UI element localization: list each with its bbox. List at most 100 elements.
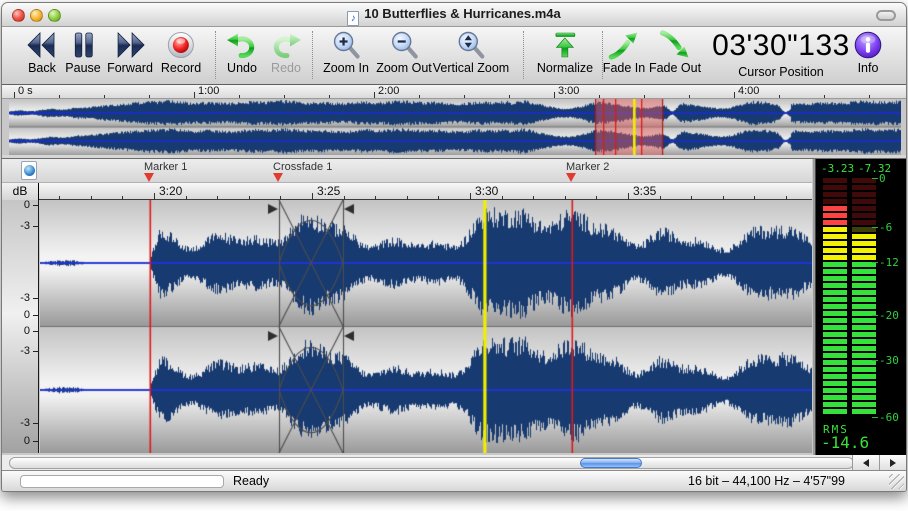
meter-segment: [823, 234, 847, 239]
meter-segment: [823, 353, 847, 358]
undo-icon: [225, 30, 259, 60]
meter-segment: [852, 185, 876, 190]
document-proxy-icon[interactable]: [21, 161, 37, 180]
marker-row: Marker 1 Crossfade 1 Marker 2: [2, 159, 812, 183]
back-icon: [28, 33, 40, 57]
peak-right-value: -7.32: [858, 162, 891, 175]
meter-segment: [852, 374, 876, 379]
window-title: 10 Butterflies & Hurricanes.m4a: [364, 6, 561, 21]
db-scale-label: 0: [4, 199, 30, 211]
main-waveform-editor[interactable]: [40, 200, 812, 453]
meter-segment: [823, 255, 847, 260]
overview-waveform[interactable]: [9, 99, 901, 155]
toolbar-separator: [312, 31, 313, 79]
ruler-tick: [628, 193, 629, 200]
overview-timeline[interactable]: 0 s1:002:003:004:00: [2, 85, 906, 99]
status-bar: Ready 16 bit – 44,100 Hz – 4'57"99: [2, 470, 906, 491]
meter-segment: [852, 220, 876, 225]
scrollbar-thumb[interactable]: [580, 458, 642, 468]
undo-label: Undo: [225, 61, 259, 75]
scrollbar-track[interactable]: [9, 457, 854, 469]
ruler-tick: [464, 95, 465, 98]
format-info: 16 bit – 44,100 Hz – 4'57"99: [688, 474, 845, 488]
marker-triangle-icon[interactable]: [144, 173, 154, 182]
meter-segment: [823, 192, 847, 197]
db-scale-tick: [33, 298, 39, 299]
toolbar-separator: [523, 31, 524, 79]
level-meter: -3.23 -7.32 RMS -14.6 0-6-12-20-30-60: [815, 159, 907, 455]
vertical-zoom-button[interactable]: Vertical Zoom: [433, 30, 509, 75]
ruler-tick: [470, 193, 471, 200]
ruler-tick: [644, 95, 645, 98]
progress-indicator: [20, 475, 224, 488]
meter-segment: [852, 297, 876, 302]
db-scale-tick: [33, 205, 39, 206]
ruler-label: 1:00: [198, 85, 219, 97]
toolbar-toggle-button[interactable]: [876, 10, 896, 21]
meter-segment: [852, 283, 876, 288]
scroll-left-button[interactable]: [852, 455, 879, 471]
undo-button[interactable]: Undo: [225, 30, 259, 75]
db-scale-tick: [33, 331, 39, 332]
ruler-tick: [14, 92, 15, 98]
titlebar[interactable]: ♪ 10 Butterflies & Hurricanes.m4a: [2, 3, 906, 27]
ruler-tick: [374, 92, 375, 98]
meter-segment: [852, 409, 876, 414]
meter-segment: [852, 318, 876, 323]
record-button[interactable]: Record: [161, 30, 201, 75]
pause-label: Pause: [65, 61, 100, 75]
meter-scale-tick: [872, 227, 878, 228]
ruler-label: 0 s: [18, 85, 33, 97]
meter-segment: [852, 206, 876, 211]
normalize-button[interactable]: Normalize: [537, 30, 593, 75]
ruler-tick: [194, 92, 195, 98]
redo-button[interactable]: Redo: [269, 30, 303, 75]
scroll-right-button[interactable]: [879, 455, 906, 471]
meter-segment: [852, 234, 876, 239]
meter-segment: [852, 402, 876, 407]
marker-triangle-icon[interactable]: [273, 173, 283, 182]
meter-scale-label: -30: [879, 354, 899, 367]
db-scale-label: -3: [4, 220, 30, 232]
ruler-tick: [599, 95, 600, 98]
meter-segment: [852, 269, 876, 274]
ruler-tick: [329, 95, 330, 98]
toolbar-separator: [215, 31, 216, 79]
meter-segment: [823, 346, 847, 351]
marker-triangle-icon[interactable]: [566, 173, 576, 182]
marker-2-label: Marker 2: [566, 161, 609, 173]
meter-segment: [823, 374, 847, 379]
meter-segment: [852, 290, 876, 295]
meter-segment: [823, 381, 847, 386]
meter-segment: [823, 402, 847, 407]
rms-value: -14.6: [821, 433, 869, 452]
meter-segment: [823, 339, 847, 344]
ruler-tick: [149, 95, 150, 98]
zoom-in-button[interactable]: Zoom In: [323, 30, 369, 75]
pause-icon: [66, 30, 100, 60]
vertical-zoom-label: Vertical Zoom: [433, 61, 509, 75]
music-document-icon[interactable]: ♪: [347, 11, 359, 26]
peak-left-value: -3.23: [821, 162, 854, 175]
resize-grip[interactable]: [889, 474, 904, 489]
meter-scale-label: -60: [879, 411, 899, 424]
ruler-label: 3:25: [317, 184, 340, 198]
meter-segment: [823, 213, 847, 218]
ruler-tick: [312, 193, 313, 200]
ruler-label: 4:00: [738, 85, 759, 97]
main-timeline[interactable]: 3:203:253:303:35: [40, 183, 812, 200]
meter-segment: [852, 255, 876, 260]
meter-segment: [823, 227, 847, 232]
zoom-out-icon: [387, 30, 421, 60]
forward-button[interactable]: Forward: [107, 30, 153, 75]
zoom-out-button[interactable]: Zoom Out: [376, 30, 432, 75]
meter-segment: [823, 318, 847, 323]
meter-scale-tick: [872, 417, 878, 418]
back-button[interactable]: Back: [25, 30, 59, 75]
fade-out-button[interactable]: Fade Out: [649, 30, 701, 75]
info-button[interactable]: Info: [851, 30, 885, 75]
pause-button[interactable]: Pause: [65, 30, 100, 75]
ruler-tick: [689, 95, 690, 98]
fade-in-button[interactable]: Fade In: [603, 30, 645, 75]
meter-scale-tick: [872, 262, 878, 263]
